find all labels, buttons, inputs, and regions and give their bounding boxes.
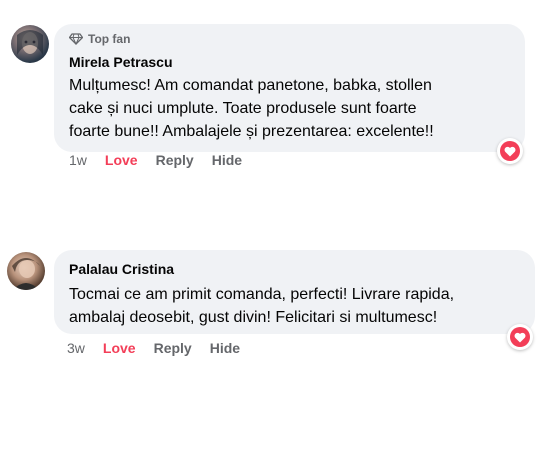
reaction-badge[interactable] — [497, 138, 523, 164]
comment-actions: 3w Love Reply Hide — [67, 340, 258, 356]
comment-text: Mulțumesc! Am comandat panetone, babka, … — [69, 77, 434, 140]
badge-label: Top fan — [88, 32, 131, 46]
love-button[interactable]: Love — [105, 152, 138, 168]
diamond-icon — [69, 33, 83, 45]
heart-icon — [504, 146, 516, 156]
comment-author[interactable]: Palalau Cristina — [69, 261, 174, 277]
hide-button[interactable]: Hide — [210, 340, 240, 356]
avatar[interactable] — [7, 252, 45, 290]
avatar[interactable] — [11, 25, 49, 63]
reaction-badge[interactable] — [507, 324, 533, 350]
comment-timestamp[interactable]: 1w — [69, 152, 87, 168]
comment-text: Tocmai ce am primit comanda, perfecti! L… — [69, 286, 455, 326]
reply-button[interactable]: Reply — [154, 340, 192, 356]
comment-actions: 1w Love Reply Hide — [69, 152, 260, 168]
reply-button[interactable]: Reply — [156, 152, 194, 168]
hide-button[interactable]: Hide — [212, 152, 242, 168]
comment-bubble: Top fan Mirela Petrascu Mulțumesc! Am co… — [54, 24, 525, 152]
comment-bubble: Palalau Cristina Tocmai ce am primit com… — [54, 250, 535, 334]
top-fan-badge: Top fan — [69, 32, 130, 46]
comment-timestamp[interactable]: 3w — [67, 340, 85, 356]
heart-icon — [514, 332, 526, 342]
comment-author[interactable]: Mirela Petrascu — [69, 54, 173, 70]
love-button[interactable]: Love — [103, 340, 136, 356]
avatar-image — [12, 258, 40, 290]
avatar-image — [17, 30, 43, 55]
